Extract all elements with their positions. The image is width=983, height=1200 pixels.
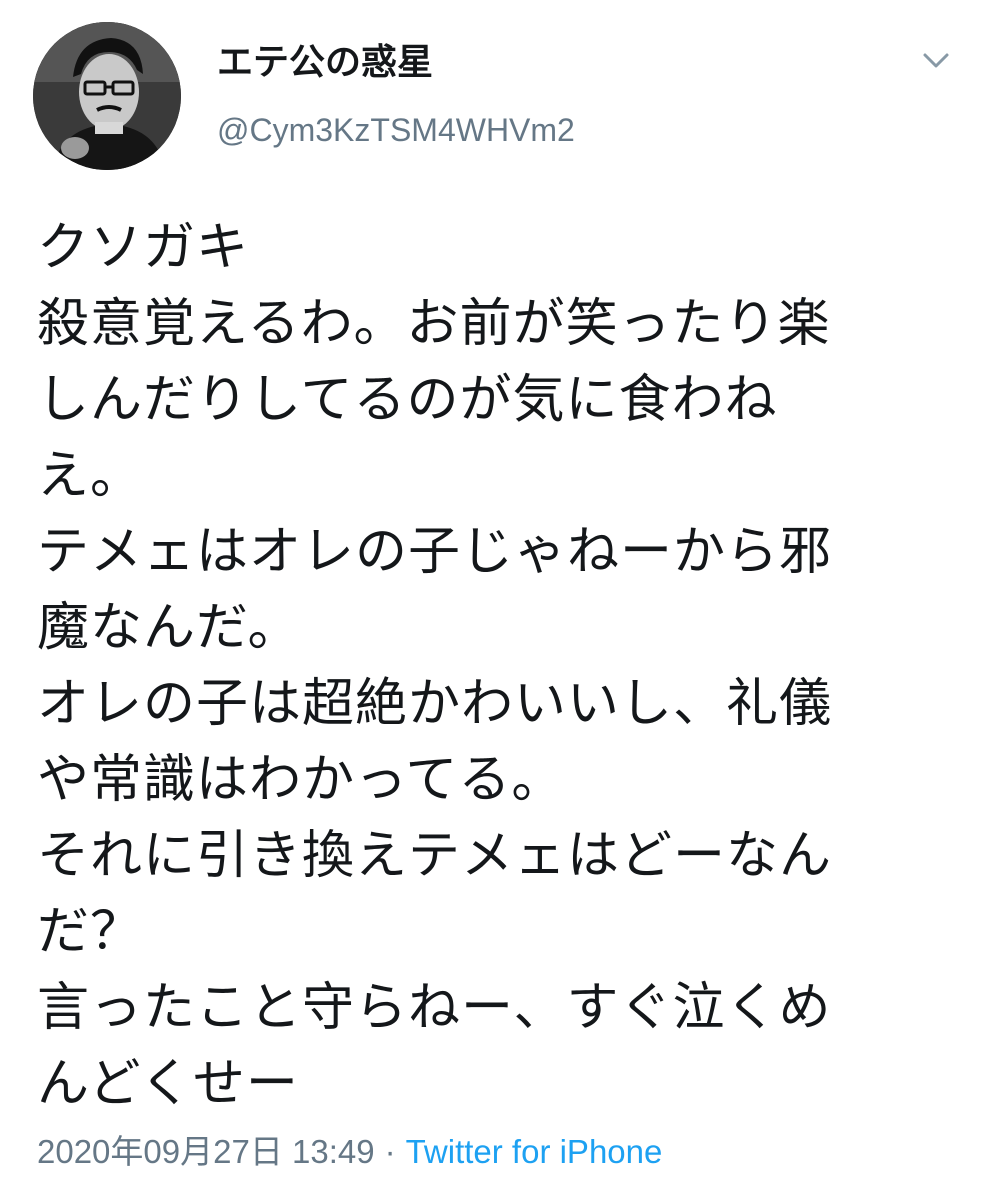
tweet-card: エテ公の惑星 @Cym3KzTSM4WHVm2 クソガキ 殺意覚えるわ。お前が笑…	[0, 0, 983, 1200]
tweet-line: しんだりしてるのが気に食わね	[37, 370, 778, 430]
tweet-line: 言ったこと守らねー、すぐ泣くめ	[37, 978, 832, 1038]
avatar[interactable]	[33, 22, 181, 170]
tweet-line: それに引き換えテメェはどーなん	[37, 826, 833, 886]
tweet-line: オレの子は超絶かわいいし、礼儀	[37, 674, 833, 734]
display-name[interactable]: エテ公の惑星	[217, 40, 433, 86]
meta-separator: ·	[384, 1133, 396, 1170]
tweet-source-link[interactable]: Twitter for iPhone	[406, 1133, 663, 1170]
tweet-text: クソガキ 殺意覚えるわ。お前が笑ったり楽 しんだりしてるのが気に食わね え。 テ…	[37, 210, 957, 1122]
tweet-line: んどくせー	[37, 1054, 299, 1114]
tweet-line: テメェはオレの子じゃねーから邪	[37, 522, 833, 582]
tweet-line: え。	[37, 446, 144, 506]
tweet-meta: 2020年09月27日 13:49 · Twitter for iPhone	[37, 1130, 662, 1174]
tweet-timestamp[interactable]: 2020年09月27日 13:49	[37, 1133, 375, 1170]
tweet-line: クソガキ	[37, 218, 250, 278]
chevron-down-icon[interactable]	[918, 46, 954, 76]
user-handle[interactable]: @Cym3KzTSM4WHVm2	[217, 110, 575, 150]
profile-photo	[33, 22, 181, 170]
tweet-line: や常識はわかってる。	[37, 750, 565, 810]
tweet-line: 殺意覚えるわ。お前が笑ったり楽	[37, 294, 831, 354]
tweet-line: だ？	[37, 902, 144, 962]
tweet-line: 魔なんだ。	[37, 598, 301, 658]
